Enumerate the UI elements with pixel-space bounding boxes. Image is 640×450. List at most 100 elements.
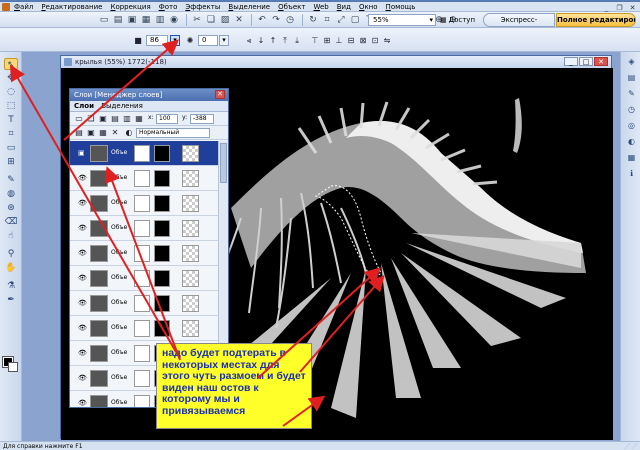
- menu-view[interactable]: Вид: [337, 3, 351, 11]
- panel-navigator-icon[interactable]: ◎: [625, 120, 638, 132]
- copy-icon[interactable]: ❏: [205, 14, 217, 26]
- layer-row[interactable]: 👁 Объе: [70, 291, 218, 316]
- panel-color-icon[interactable]: ◐: [625, 136, 638, 148]
- eraser-tool-icon[interactable]: ⌫: [4, 216, 18, 228]
- print-icon[interactable]: ▤: [74, 128, 84, 138]
- selection-tool-icon[interactable]: ⬚: [4, 100, 18, 112]
- panel-info-icon[interactable]: ℹ: [625, 168, 638, 180]
- undo-icon[interactable]: ↶: [256, 14, 268, 26]
- layer-row[interactable]: 👁 Объе: [70, 241, 218, 266]
- menu-adjust[interactable]: Коррекция: [110, 3, 150, 11]
- zoom-select[interactable]: 55%: [368, 14, 436, 26]
- y-position-field[interactable]: -388: [190, 114, 214, 124]
- duplicate-layer-icon[interactable]: ❏: [86, 114, 96, 124]
- layer-row[interactable]: 👁 Объе: [70, 216, 218, 241]
- text-tool-icon[interactable]: T: [4, 114, 18, 126]
- paintbrush-tool-icon[interactable]: ✎: [4, 174, 18, 186]
- visibility-eye-icon[interactable]: 👁: [78, 274, 87, 282]
- crop-icon[interactable]: ⌗: [321, 14, 333, 26]
- zoom-tool-icon[interactable]: ⚲: [4, 248, 18, 260]
- camera-icon[interactable]: ◉: [168, 14, 180, 26]
- access-button[interactable]: ▦ Доступ: [440, 14, 475, 26]
- print-icon[interactable]: ▦: [140, 14, 152, 26]
- tab-layers[interactable]: Слои: [74, 102, 94, 110]
- resize-icon[interactable]: ⤢: [335, 14, 347, 26]
- arrow-up-bar-icon[interactable]: ⤒: [280, 35, 290, 46]
- group-icon[interactable]: ▤: [110, 114, 120, 124]
- path-tool-icon[interactable]: ⊞: [4, 156, 18, 168]
- merge-icon[interactable]: ▣: [98, 114, 108, 124]
- arrow-up-icon[interactable]: ↑: [268, 35, 278, 46]
- cut-icon[interactable]: ✂: [191, 14, 203, 26]
- hand-tool-icon[interactable]: ✋: [4, 262, 18, 274]
- panel-gallery-icon[interactable]: ▦: [625, 152, 638, 164]
- panel-brush-icon[interactable]: ✎: [625, 88, 638, 100]
- pen-tool-icon[interactable]: ✒: [4, 294, 18, 306]
- layer-lock-icon[interactable]: ▣: [78, 149, 86, 157]
- save-icon[interactable]: ▣: [126, 14, 138, 26]
- scan-icon[interactable]: ▥: [154, 14, 166, 26]
- minimize-icon[interactable]: _: [601, 4, 612, 12]
- app-icon[interactable]: [2, 2, 10, 11]
- layers-panel-title[interactable]: Слои [Менеджер слоев] ✕: [70, 89, 228, 101]
- history-icon[interactable]: ◷: [284, 14, 296, 26]
- close-icon[interactable]: ✕: [215, 90, 225, 99]
- new-layer-icon[interactable]: ▭: [74, 114, 84, 124]
- canvas-icon[interactable]: ▢: [349, 14, 361, 26]
- panel-history-icon[interactable]: ◷: [625, 104, 638, 116]
- new-file-icon[interactable]: ▭: [98, 14, 110, 26]
- menu-photo[interactable]: Фото: [159, 3, 178, 11]
- properties-icon[interactable]: ▥: [122, 114, 132, 124]
- menu-edit[interactable]: Редактирование: [41, 3, 102, 11]
- hardness-dropdown[interactable]: ▾: [219, 35, 229, 46]
- flip-icon[interactable]: ⇋: [382, 35, 392, 46]
- align-left-icon[interactable]: ⫷: [244, 35, 254, 46]
- paste-icon[interactable]: ▨: [219, 14, 231, 26]
- layer-row[interactable]: ▣ Объе: [70, 141, 218, 166]
- visibility-eye-icon[interactable]: 👁: [78, 224, 87, 232]
- x-position-field[interactable]: 100: [156, 114, 178, 124]
- tab-selections[interactable]: Выделения: [101, 102, 143, 110]
- rotate-icon[interactable]: ↻: [307, 14, 319, 26]
- full-edit-tab[interactable]: Полное редактиров...: [556, 13, 636, 27]
- transform-icon[interactable]: ⊡: [370, 35, 380, 46]
- blend-mode-select[interactable]: Нормальный: [136, 128, 210, 138]
- visibility-eye-icon[interactable]: 👁: [78, 374, 87, 382]
- resize-grip-icon[interactable]: ⋰⋰: [624, 442, 638, 450]
- arrow-down-icon[interactable]: ↓: [256, 35, 266, 46]
- smudge-tool-icon[interactable]: ☝: [4, 230, 18, 242]
- menu-file[interactable]: Файл: [14, 3, 33, 11]
- visibility-eye-icon[interactable]: 👁: [78, 174, 87, 182]
- panel-lock-icon[interactable]: ◈: [625, 56, 638, 68]
- redo-icon[interactable]: ↷: [270, 14, 282, 26]
- visibility-eye-icon[interactable]: 👁: [78, 249, 87, 257]
- maximize-icon[interactable]: □: [579, 57, 593, 66]
- layer-row[interactable]: 👁 Объе: [70, 191, 218, 216]
- panel-layers-icon[interactable]: ▤: [625, 72, 638, 84]
- arrow-tool-icon[interactable]: ↖: [4, 58, 18, 70]
- visibility-eye-icon[interactable]: 👁: [78, 399, 87, 407]
- align-middle-icon[interactable]: ⊞: [322, 35, 332, 46]
- layer-row[interactable]: 👁 Объе: [70, 166, 218, 191]
- open-folder-icon[interactable]: ▤: [112, 14, 124, 26]
- arrow-down-bar-icon[interactable]: ⤓: [292, 35, 302, 46]
- align-top-icon[interactable]: ⊤: [310, 35, 320, 46]
- lock-icon[interactable]: ▣: [86, 128, 96, 138]
- visibility-eye-icon[interactable]: 👁: [78, 299, 87, 307]
- visibility-eye-icon[interactable]: 👁: [78, 199, 87, 207]
- menu-selection[interactable]: Выделение: [228, 3, 270, 11]
- link-icon[interactable]: ▦: [134, 114, 144, 124]
- layer-row[interactable]: 👁 Объе: [70, 316, 218, 341]
- close-icon[interactable]: ✕: [627, 4, 638, 12]
- brush-size-dropdown[interactable]: ▾: [170, 35, 180, 46]
- visibility-eye-icon[interactable]: 👁: [78, 349, 87, 357]
- delete-layer-icon[interactable]: ✕: [110, 128, 120, 138]
- express-edit-tab[interactable]: Экспресс-коррекция: [483, 13, 555, 36]
- shape-tool-icon[interactable]: ▭: [4, 142, 18, 154]
- distribute-icon[interactable]: ⊟: [346, 35, 356, 46]
- scrollbar-thumb[interactable]: [220, 143, 227, 183]
- menu-window[interactable]: Окно: [359, 3, 378, 11]
- clone-tool-icon[interactable]: ⊛: [4, 202, 18, 214]
- visibility-eye-icon[interactable]: 👁: [78, 324, 87, 332]
- lasso-tool-icon[interactable]: ◌: [4, 86, 18, 98]
